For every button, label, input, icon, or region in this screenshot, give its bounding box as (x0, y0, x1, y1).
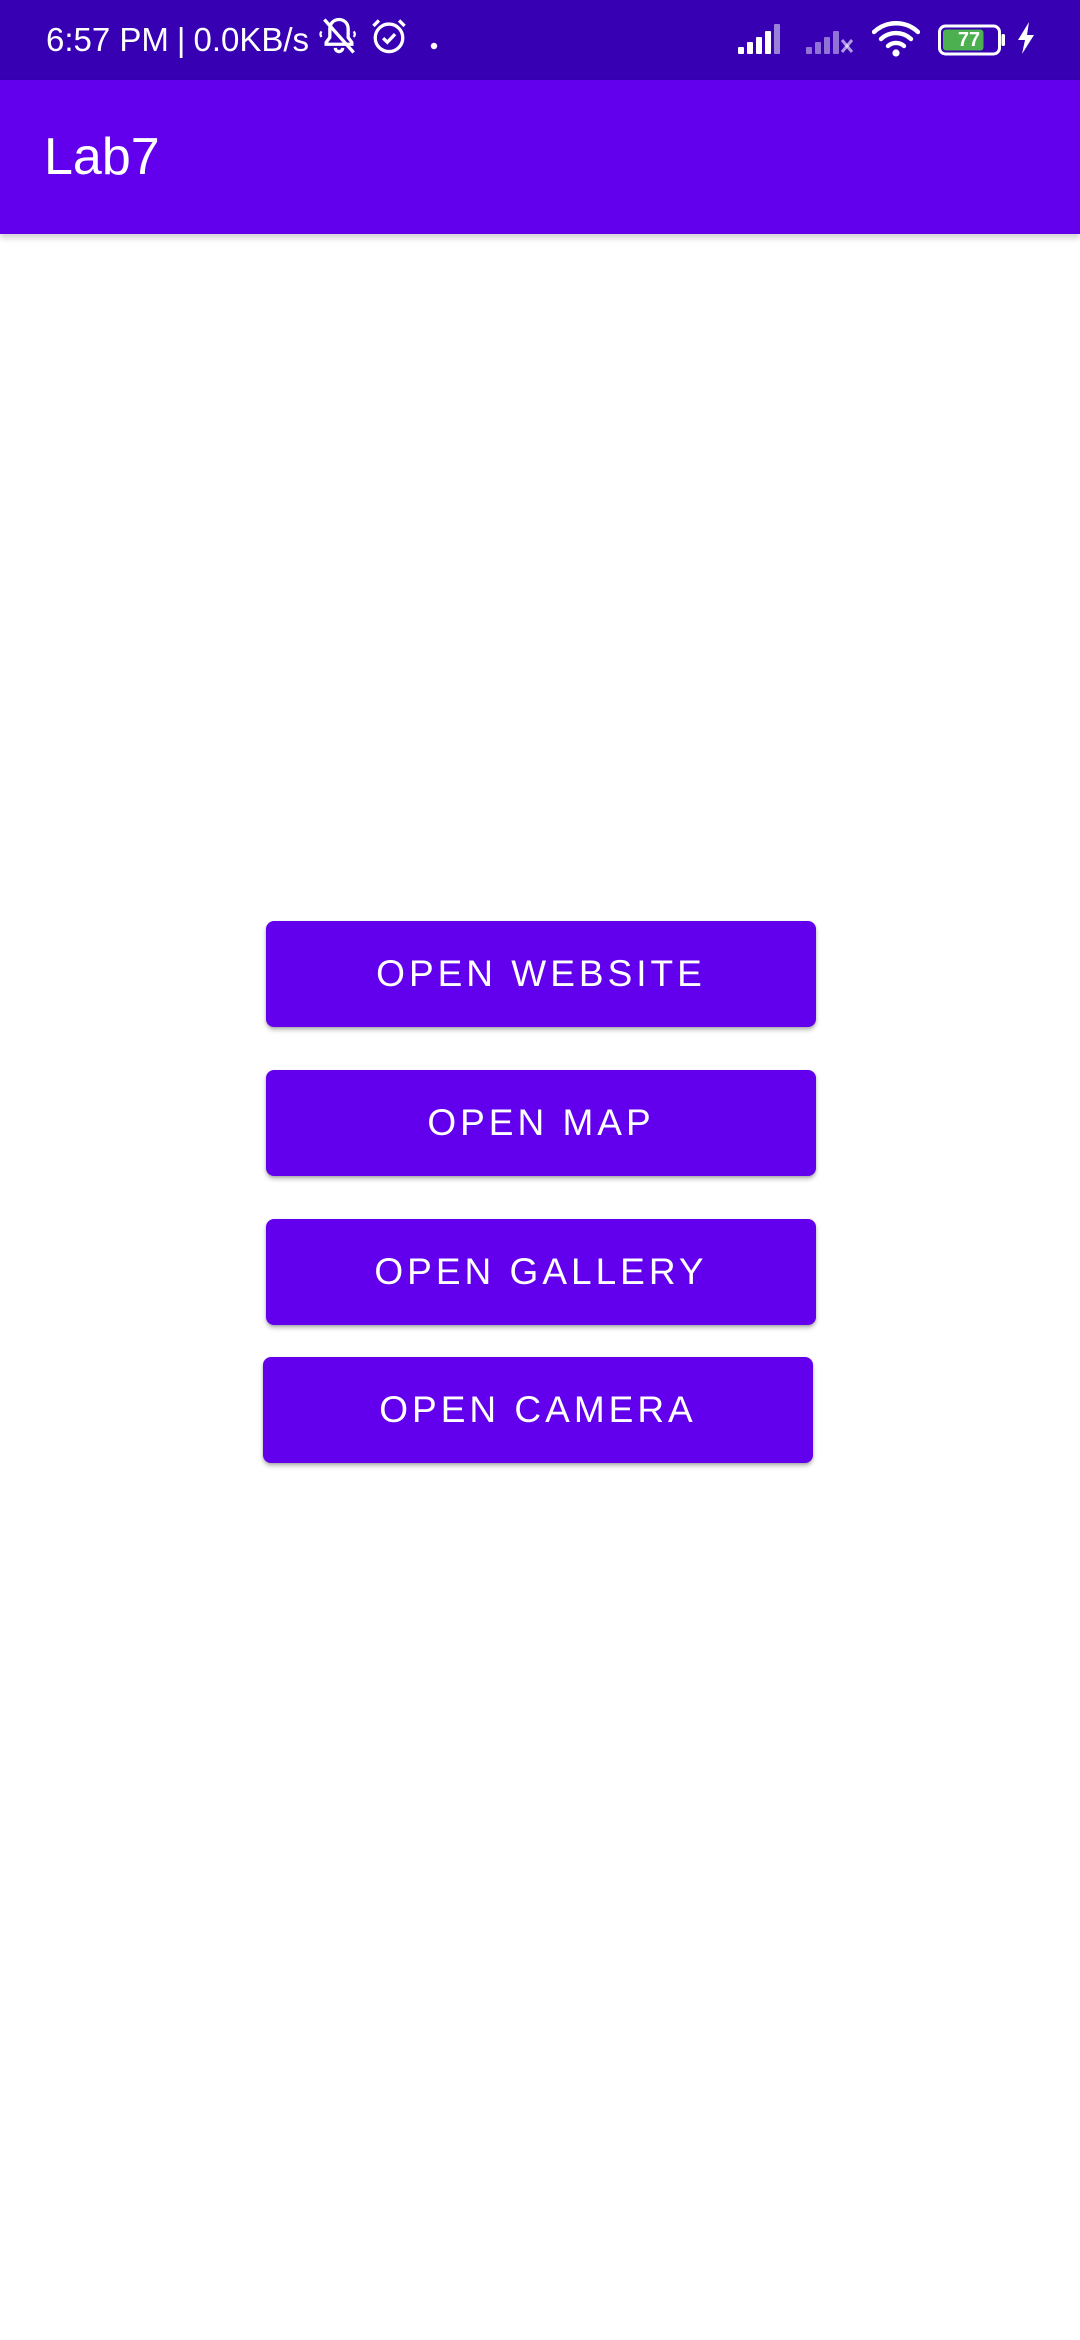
dot-icon (429, 21, 439, 59)
alarm-icon (367, 14, 411, 66)
status-separator: | (176, 21, 186, 58)
status-time: 6:57 PM (46, 21, 169, 58)
status-right: 77 (736, 0, 1036, 80)
open-website-button[interactable]: OPEN WEBSITE (266, 921, 816, 1027)
signal-icon (736, 20, 786, 61)
open-map-button[interactable]: OPEN MAP (266, 1070, 816, 1176)
open-gallery-button[interactable]: OPEN GALLERY (266, 1219, 816, 1325)
network-speed: 0.0KB/s (193, 21, 310, 58)
muted-bell-icon (317, 14, 361, 66)
charging-icon (1016, 21, 1036, 59)
open-camera-button[interactable]: OPEN CAMERA (263, 1357, 813, 1463)
app-title: Lab7 (44, 128, 160, 186)
status-left: 6:57 PM | 0.0KB/s (46, 0, 439, 80)
status-bar: 6:57 PM | 0.0KB/s 77 (0, 0, 1080, 80)
wifi-icon (871, 19, 921, 62)
battery-level: 77 (957, 29, 981, 51)
signal-no-service-icon (804, 20, 854, 61)
app-bar: Lab7 (0, 80, 1080, 234)
battery-icon: 77 (938, 24, 1006, 56)
